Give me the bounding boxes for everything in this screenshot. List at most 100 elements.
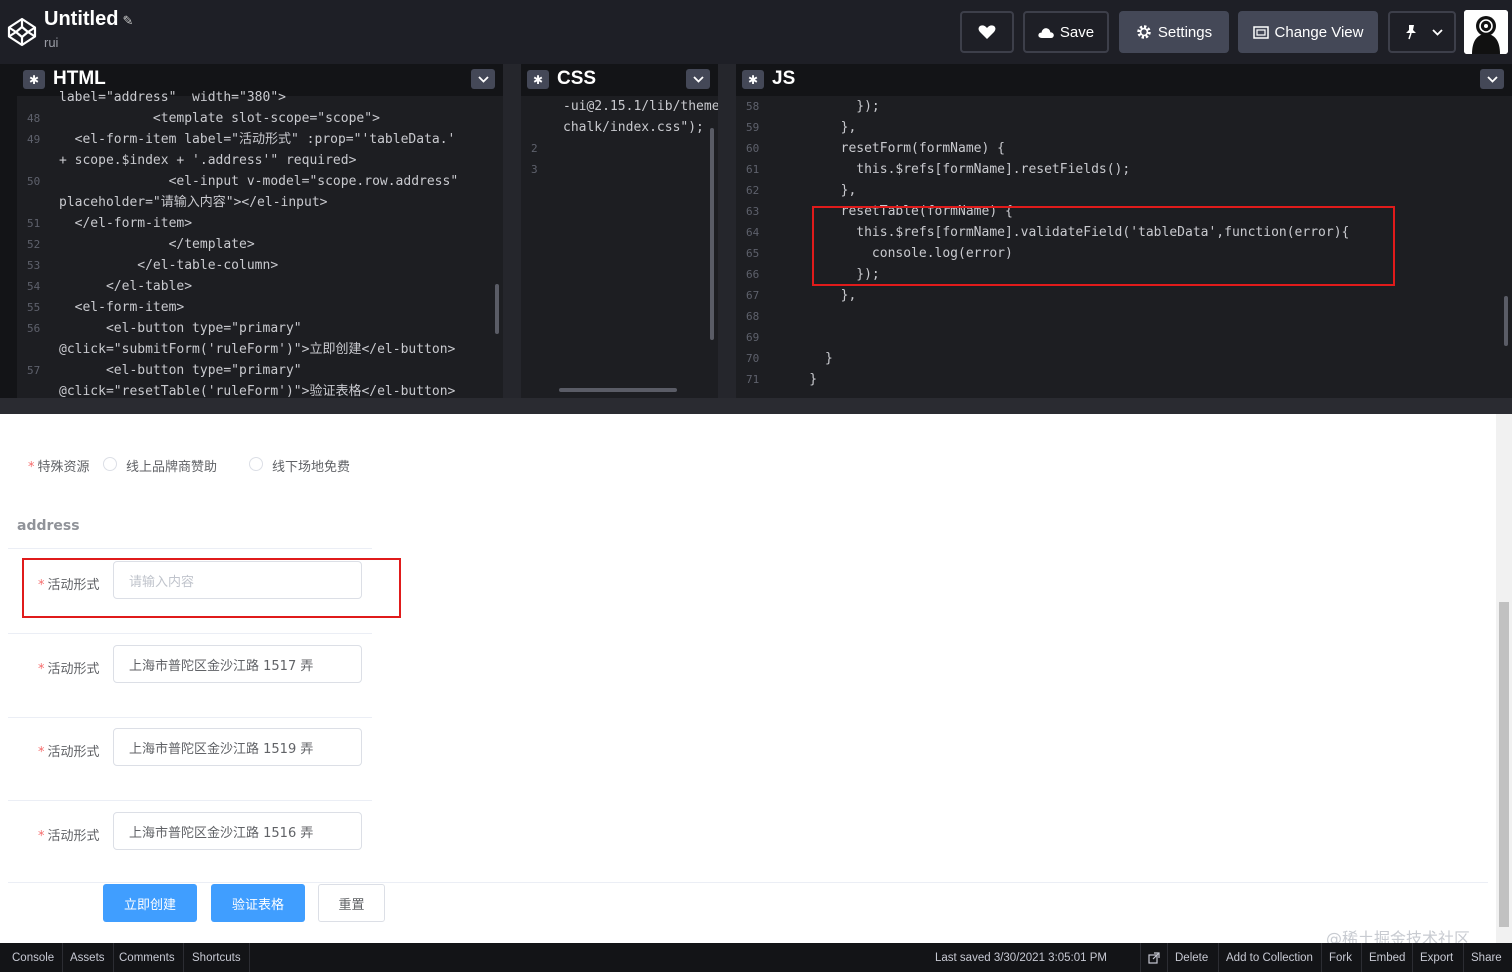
validate-table-button[interactable]: 验证表格 — [211, 884, 305, 922]
settings-button[interactable]: Settings — [1119, 11, 1229, 53]
chevron-down-icon[interactable] — [1432, 28, 1443, 36]
code-line[interactable]: placeholder="请输入内容"></el-input> — [17, 192, 503, 213]
code-text[interactable]: this.$refs[formName].resetFields(); — [778, 159, 1130, 180]
html-collapse-chevron-icon[interactable] — [471, 69, 495, 89]
code-line[interactable]: 48 <template slot-scope="scope"> — [17, 108, 503, 129]
address-input[interactable]: 上海市普陀区金沙江路 1519 弄 — [113, 728, 362, 766]
code-text[interactable]: </el-table> — [59, 276, 192, 297]
code-text[interactable]: -ui@2.15.1/lib/theme- — [563, 96, 718, 117]
code-line[interactable]: 68 — [736, 306, 1512, 327]
code-text[interactable]: label="address" width="380"> — [59, 87, 286, 108]
edit-pencil-icon[interactable]: ✎ — [122, 13, 133, 29]
css-editor-pane[interactable]: ✱ CSS -ui@2.15.1/lib/theme-chalk/index.c… — [521, 64, 718, 398]
pen-author[interactable]: rui — [44, 35, 58, 50]
code-line[interactable]: + scope.$index + '.address'" required> — [17, 150, 503, 171]
code-line[interactable]: 52 </template> — [17, 234, 503, 255]
change-view-button[interactable]: Change View — [1238, 11, 1378, 53]
code-line[interactable]: 62 }, — [736, 180, 1512, 201]
code-text[interactable]: <el-input v-model="scope.row.address" — [59, 171, 459, 192]
fork-button[interactable]: Fork — [1321, 943, 1359, 972]
code-line[interactable]: 53 </el-table-column> — [17, 255, 503, 276]
code-line[interactable]: 50 <el-input v-model="scope.row.address" — [17, 171, 503, 192]
pin-button[interactable] — [1388, 11, 1456, 53]
css-horizontal-scrollbar[interactable] — [559, 388, 677, 392]
delete-button[interactable]: Delete — [1167, 943, 1215, 972]
code-line[interactable]: 49 <el-form-item label="活动形式" :prop="'ta… — [17, 129, 503, 150]
code-line[interactable]: 51 </el-form-item> — [17, 213, 503, 234]
code-text[interactable]: <el-button type="primary" — [59, 360, 302, 381]
assets-button[interactable]: Assets — [62, 943, 114, 972]
code-line[interactable]: 70 } — [736, 348, 1512, 369]
preview-resizer[interactable] — [0, 398, 1512, 414]
embed-button[interactable]: Embed — [1361, 943, 1412, 972]
pane-divider[interactable] — [718, 64, 736, 398]
code-text[interactable]: }, — [778, 285, 857, 306]
code-line[interactable]: 54 </el-table> — [17, 276, 503, 297]
preview-scrollbar[interactable] — [1496, 414, 1512, 943]
code-line[interactable]: 71 } — [736, 369, 1512, 390]
radio-online-sponsor-label[interactable]: 线上品牌商赞助 — [126, 456, 217, 475]
like-button[interactable] — [960, 11, 1014, 53]
code-line[interactable]: 56 <el-button type="primary" — [17, 318, 503, 339]
preview-scrollbar-thumb[interactable] — [1499, 602, 1509, 927]
code-line[interactable]: chalk/index.css"); — [521, 117, 718, 138]
css-collapse-chevron-icon[interactable] — [686, 69, 710, 89]
css-code[interactable]: -ui@2.15.1/lib/theme-chalk/index.css"); 2… — [521, 96, 718, 398]
pane-divider[interactable] — [503, 64, 521, 398]
code-text[interactable]: }, — [778, 180, 857, 201]
code-line[interactable]: 2 — [521, 138, 718, 159]
radio-offline-venue-label[interactable]: 线下场地免费 — [272, 456, 350, 475]
user-avatar[interactable] — [1464, 10, 1508, 54]
code-line[interactable]: 57 <el-button type="primary" — [17, 360, 503, 381]
code-text[interactable]: </template> — [59, 234, 255, 255]
address-input[interactable]: 上海市普陀区金沙江路 1516 弄 — [113, 812, 362, 850]
shortcuts-button[interactable]: Shortcuts — [184, 943, 250, 972]
code-line[interactable]: 61 this.$refs[formName].resetFields(); — [736, 159, 1512, 180]
code-text[interactable]: @click="resetTable('ruleForm')">验证表格</el… — [59, 381, 455, 398]
code-line[interactable]: 3 — [521, 159, 718, 180]
code-line[interactable]: 60 resetForm(formName) { — [736, 138, 1512, 159]
html-code[interactable]: label="address" width="380"> 48 <template… — [17, 90, 503, 398]
code-text[interactable]: <template slot-scope="scope"> — [59, 108, 380, 129]
code-text[interactable]: } — [778, 348, 833, 369]
code-line[interactable]: 58 }); — [736, 96, 1512, 117]
code-text[interactable]: @click="submitForm('ruleForm')">立即创建</el… — [59, 339, 455, 360]
radio-online-sponsor[interactable] — [103, 457, 117, 471]
code-text[interactable]: resetForm(formName) { — [778, 138, 1005, 159]
code-text[interactable]: }, — [778, 117, 857, 138]
code-text[interactable]: }); — [778, 96, 879, 117]
share-button[interactable]: Share — [1463, 943, 1509, 972]
pen-title-text[interactable]: Untitled — [44, 8, 118, 30]
code-line[interactable]: -ui@2.15.1/lib/theme- — [521, 96, 718, 117]
reset-button[interactable]: 重置 — [318, 884, 385, 922]
code-line[interactable]: 55 <el-form-item> — [17, 297, 503, 318]
code-text[interactable]: } — [778, 369, 817, 390]
code-line[interactable]: 67 }, — [736, 285, 1512, 306]
css-settings-gear-icon[interactable]: ✱ — [527, 70, 549, 89]
code-text[interactable]: + scope.$index + '.address'" required> — [59, 150, 356, 171]
create-button[interactable]: 立即创建 — [103, 884, 197, 922]
pen-title[interactable]: Untitled ✎ — [44, 8, 133, 31]
radio-offline-venue[interactable] — [249, 457, 263, 471]
save-button[interactable]: Save — [1023, 11, 1109, 53]
js-settings-gear-icon[interactable]: ✱ — [742, 70, 764, 89]
code-text[interactable]: </el-form-item> — [59, 213, 192, 234]
code-line[interactable]: @click="submitForm('ruleForm')">立即创建</el… — [17, 339, 503, 360]
code-line[interactable]: label="address" width="380"> — [17, 87, 503, 108]
css-scrollbar[interactable] — [710, 128, 714, 340]
code-line[interactable]: 69 — [736, 327, 1512, 348]
html-editor-pane[interactable]: ✱ HTML label="address" width="380"> 48 <t… — [17, 64, 503, 398]
js-collapse-chevron-icon[interactable] — [1480, 69, 1504, 89]
js-scrollbar[interactable] — [1504, 296, 1508, 346]
code-line[interactable]: 59 }, — [736, 117, 1512, 138]
html-scrollbar[interactable] — [495, 284, 499, 334]
code-text[interactable]: <el-form-item> — [59, 297, 185, 318]
export-button[interactable]: Export — [1412, 943, 1460, 972]
code-text[interactable]: </el-table-column> — [59, 255, 278, 276]
codepen-logo-icon[interactable] — [6, 16, 38, 48]
comments-button[interactable]: Comments — [111, 943, 184, 972]
code-text[interactable]: placeholder="请输入内容"></el-input> — [59, 192, 328, 213]
code-text[interactable]: <el-button type="primary" — [59, 318, 302, 339]
code-text[interactable]: chalk/index.css"); — [563, 117, 704, 138]
add-to-collection-button[interactable]: Add to Collection — [1218, 943, 1320, 972]
